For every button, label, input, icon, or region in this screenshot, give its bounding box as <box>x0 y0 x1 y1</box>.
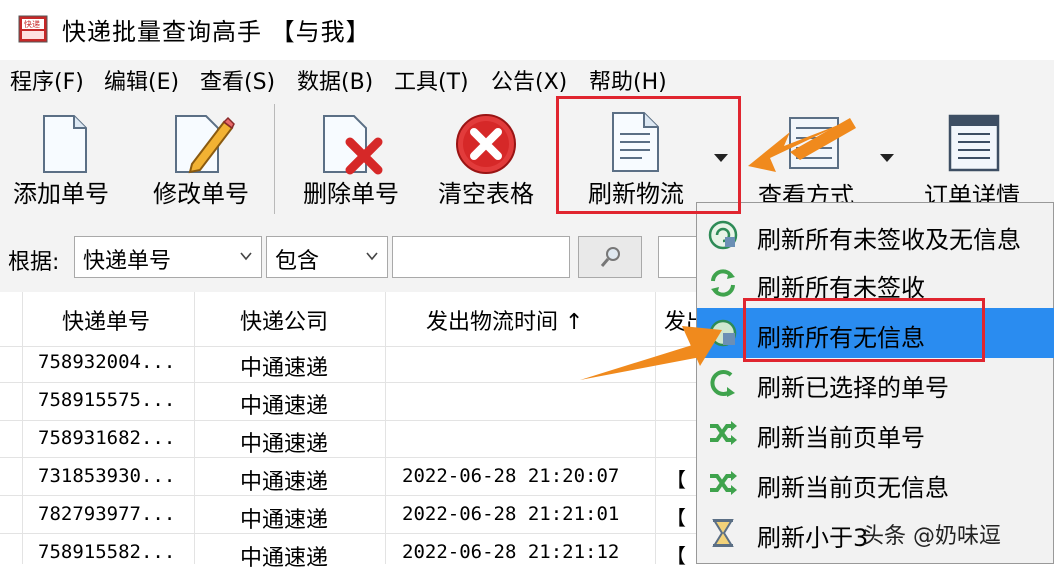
annotation-arrows <box>580 118 856 380</box>
arrow-icon <box>580 326 722 380</box>
watermark-text: 头条 @奶味逗 <box>862 524 1001 549</box>
arrow-icon <box>748 118 856 172</box>
